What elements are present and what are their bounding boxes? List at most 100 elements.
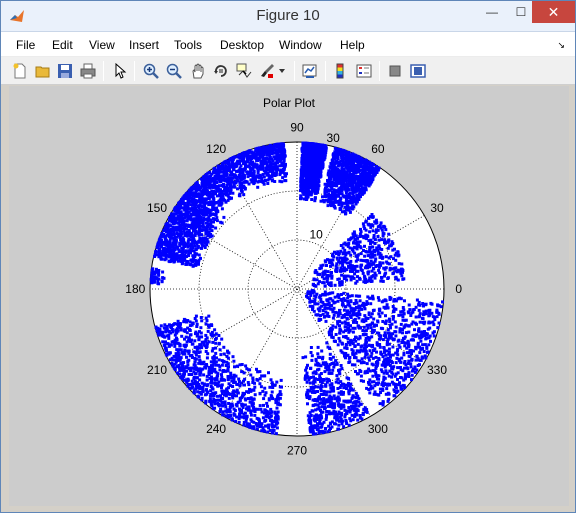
data-point bbox=[233, 173, 236, 176]
data-point bbox=[305, 148, 308, 151]
data-point bbox=[248, 423, 251, 426]
data-point bbox=[347, 158, 350, 161]
data-point bbox=[370, 180, 373, 183]
figure-window: Figure 10 — ☐ ✕ File Edit View Insert To… bbox=[0, 0, 576, 513]
data-point bbox=[220, 180, 223, 183]
data-point bbox=[212, 388, 215, 391]
data-point bbox=[204, 393, 207, 396]
data-point bbox=[314, 171, 317, 174]
data-point bbox=[177, 256, 180, 259]
data-point bbox=[244, 412, 247, 415]
data-point bbox=[322, 147, 325, 150]
data-point bbox=[155, 326, 158, 329]
data-point bbox=[198, 254, 201, 257]
data-point bbox=[345, 387, 348, 390]
data-point bbox=[321, 405, 324, 408]
data-point bbox=[275, 423, 278, 426]
data-point bbox=[176, 327, 179, 330]
data-point bbox=[339, 368, 342, 371]
data-point bbox=[327, 192, 330, 195]
data-point bbox=[227, 378, 230, 381]
data-point bbox=[310, 169, 313, 172]
data-point bbox=[327, 204, 330, 207]
data-point bbox=[272, 152, 275, 155]
data-point bbox=[265, 157, 268, 160]
data-point bbox=[183, 207, 186, 210]
data-point bbox=[227, 357, 230, 360]
data-point bbox=[342, 386, 345, 389]
data-point bbox=[313, 143, 316, 146]
data-point bbox=[212, 183, 215, 186]
data-point bbox=[212, 221, 215, 224]
data-point bbox=[228, 397, 231, 400]
data-point bbox=[178, 249, 181, 252]
data-point bbox=[337, 404, 340, 407]
data-point bbox=[348, 169, 351, 172]
data-point bbox=[338, 152, 341, 155]
data-point bbox=[316, 352, 319, 355]
data-point bbox=[225, 414, 228, 417]
data-point bbox=[198, 214, 201, 217]
data-point bbox=[246, 157, 249, 160]
data-point bbox=[262, 426, 265, 429]
data-point bbox=[323, 390, 326, 393]
data-point bbox=[334, 416, 337, 419]
data-point bbox=[251, 399, 254, 402]
data-point bbox=[280, 148, 283, 151]
data-point bbox=[187, 359, 190, 362]
data-point bbox=[218, 358, 221, 361]
data-point bbox=[323, 370, 326, 373]
data-point bbox=[356, 187, 359, 190]
data-point bbox=[238, 380, 241, 383]
data-point bbox=[238, 384, 241, 387]
data-point bbox=[254, 393, 257, 396]
data-point bbox=[271, 158, 274, 161]
data-point bbox=[188, 190, 191, 193]
data-point bbox=[168, 244, 171, 247]
data-point bbox=[203, 383, 206, 386]
data-point bbox=[259, 377, 262, 380]
data-point bbox=[224, 370, 227, 373]
data-point bbox=[349, 199, 352, 202]
data-point bbox=[187, 217, 190, 220]
data-point bbox=[151, 269, 154, 272]
data-point bbox=[214, 352, 217, 355]
data-point bbox=[269, 415, 272, 418]
data-point bbox=[330, 166, 333, 169]
data-point bbox=[161, 340, 164, 343]
data-point bbox=[171, 259, 174, 262]
data-point bbox=[240, 182, 243, 185]
data-point bbox=[304, 369, 307, 372]
data-point bbox=[170, 213, 173, 216]
data-point bbox=[160, 232, 163, 235]
data-point bbox=[167, 334, 170, 337]
data-point bbox=[301, 183, 304, 186]
data-point bbox=[212, 364, 215, 367]
data-point bbox=[219, 410, 222, 413]
data-point bbox=[173, 216, 176, 219]
data-point bbox=[189, 367, 192, 370]
data-point bbox=[176, 229, 179, 232]
data-point bbox=[172, 242, 175, 245]
data-point bbox=[182, 223, 185, 226]
data-point bbox=[150, 281, 153, 284]
data-point bbox=[209, 180, 212, 183]
data-point bbox=[233, 408, 236, 411]
polar-plot[interactable]: 03060901201501802102402703003301030 bbox=[1, 1, 576, 514]
data-point bbox=[349, 386, 352, 389]
data-point bbox=[307, 164, 310, 167]
data-point bbox=[184, 263, 187, 266]
data-point bbox=[258, 180, 261, 183]
data-point bbox=[257, 169, 260, 172]
data-point bbox=[185, 232, 188, 235]
data-point bbox=[194, 264, 197, 267]
data-point bbox=[267, 371, 270, 374]
data-point bbox=[195, 220, 198, 223]
data-point bbox=[194, 387, 197, 390]
data-point bbox=[219, 176, 222, 179]
data-point bbox=[207, 177, 210, 180]
data-point bbox=[161, 279, 164, 282]
data-point bbox=[310, 198, 313, 201]
data-point bbox=[178, 348, 181, 351]
data-point bbox=[188, 263, 191, 266]
